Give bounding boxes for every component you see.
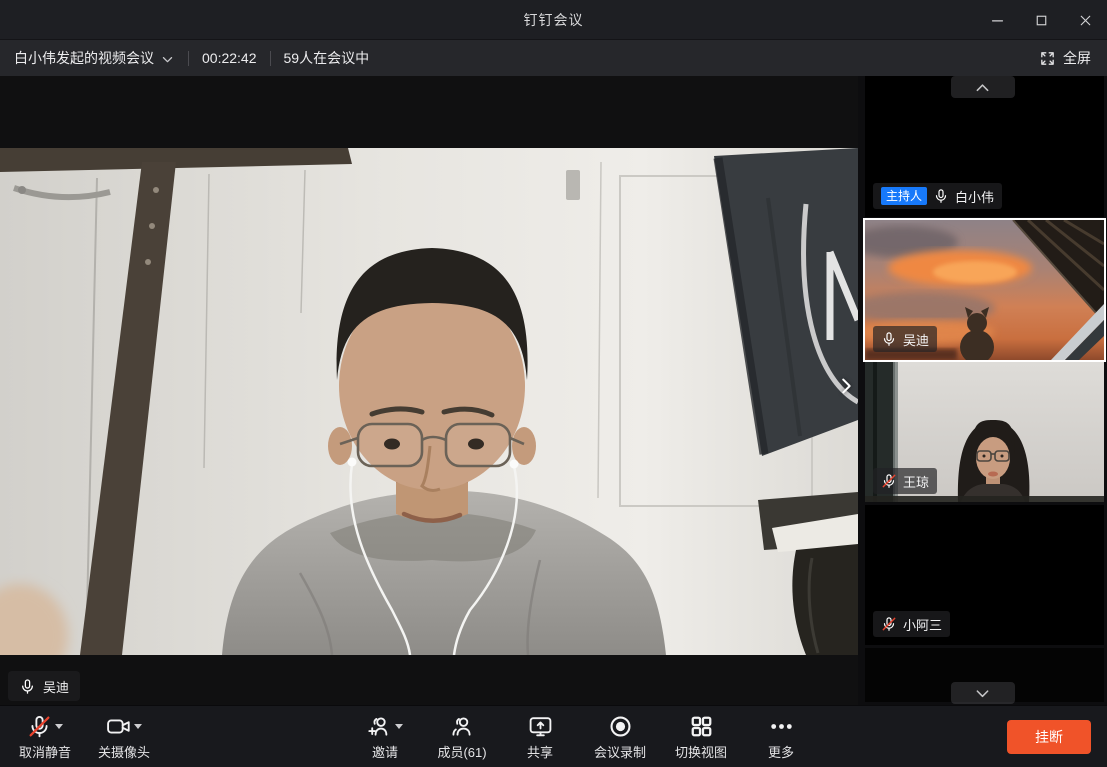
maximize-button[interactable] [1019, 0, 1063, 40]
grid-view-icon [689, 714, 714, 739]
participant-label: 主持人 白小伟 [873, 183, 1002, 209]
participant-label: 王琼 [873, 468, 937, 494]
participants-sidebar: 主持人 白小伟 [858, 76, 1107, 705]
participant-tile-xiaoasan[interactable]: 小阿三 [865, 505, 1104, 645]
participant-label: 吴迪 [873, 326, 937, 352]
separator [188, 51, 189, 66]
maximize-icon [1033, 12, 1050, 29]
hangup-button[interactable]: 挂断 [1007, 720, 1091, 754]
members-icon [450, 714, 475, 739]
active-speaker-label: 吴迪 [8, 671, 80, 701]
dropdown-caret-icon[interactable] [395, 724, 403, 729]
camera-off-button[interactable]: 关摄像头 [79, 713, 169, 761]
participant-name: 王琼 [903, 472, 929, 491]
invite-icon [367, 714, 392, 739]
participant-tile-wudi[interactable]: 吴迪 [863, 218, 1106, 362]
titlebar: 钉钉会议 [0, 0, 1107, 40]
participant-count: 59人在会议中 [284, 48, 370, 68]
members-label: 成员(61) [417, 742, 507, 761]
participant-name: 小阿三 [903, 615, 942, 634]
participant-name: 吴迪 [903, 330, 929, 349]
scroll-down-button[interactable] [951, 682, 1015, 704]
mic-icon [19, 678, 36, 695]
window-title: 钉钉会议 [524, 10, 584, 30]
close-icon [1077, 12, 1094, 29]
meeting-title-dropdown[interactable]: 白小伟发起的视频会议 [14, 48, 175, 68]
participant-tile-wangqiong[interactable]: 王琼 [865, 362, 1104, 502]
main-video-stage: 吴迪 [0, 76, 858, 705]
fullscreen-icon [1039, 50, 1056, 67]
chevron-down-icon [973, 684, 992, 703]
chevron-right-icon [835, 372, 857, 400]
more-icon [769, 714, 794, 739]
scroll-up-button[interactable] [951, 76, 1015, 98]
record-button[interactable]: 会议录制 [575, 713, 665, 761]
dropdown-caret-icon[interactable] [134, 724, 142, 729]
camera-label: 关摄像头 [79, 742, 169, 761]
mic-icon [881, 331, 897, 347]
camera-icon [106, 714, 131, 739]
meeting-timer: 00:22:42 [202, 50, 257, 66]
fullscreen-label: 全屏 [1063, 48, 1091, 68]
mic-muted-icon [881, 616, 897, 632]
mic-muted-icon [27, 714, 52, 739]
fullscreen-button[interactable]: 全屏 [1039, 48, 1091, 68]
share-label: 共享 [495, 742, 585, 761]
meeting-title: 白小伟发起的视频会议 [14, 48, 154, 68]
unmute-label: 取消静音 [0, 742, 90, 761]
dingtalk-meeting-window: 钉钉会议 白小伟发起的视频会议 00:22:42 59人在会议中 全屏 [0, 0, 1107, 767]
close-button[interactable] [1063, 0, 1107, 40]
record-icon [608, 714, 633, 739]
participant-label: 小阿三 [873, 611, 950, 637]
minimize-button[interactable] [975, 0, 1019, 40]
speaker-name: 吴迪 [43, 677, 69, 696]
dropdown-caret-icon[interactable] [55, 724, 63, 729]
sidebar-collapse-button[interactable] [835, 372, 857, 400]
more-button[interactable]: 更多 [736, 713, 826, 761]
participant-name: 白小伟 [955, 187, 994, 206]
switch-view-button[interactable]: 切换视图 [656, 713, 746, 761]
more-label: 更多 [736, 742, 826, 761]
members-button[interactable]: 成员(61) [417, 713, 507, 761]
host-badge: 主持人 [881, 187, 927, 205]
record-label: 会议录制 [575, 742, 665, 761]
share-screen-icon [528, 714, 553, 739]
main-video-feed [0, 148, 858, 655]
mic-muted-icon [881, 473, 897, 489]
switch-view-label: 切换视图 [656, 742, 746, 761]
window-controls [975, 0, 1107, 40]
chevron-up-icon [973, 78, 992, 97]
chevron-down-icon [160, 52, 175, 67]
meeting-header: 白小伟发起的视频会议 00:22:42 59人在会议中 全屏 [0, 40, 1107, 76]
separator [270, 51, 271, 66]
meeting-toolbar: 取消静音 关摄像头 邀请 成员(61) 共享 [0, 705, 1107, 767]
minimize-icon [989, 12, 1006, 29]
unmute-button[interactable]: 取消静音 [0, 713, 90, 761]
mic-icon [933, 188, 949, 204]
share-screen-button[interactable]: 共享 [495, 713, 585, 761]
